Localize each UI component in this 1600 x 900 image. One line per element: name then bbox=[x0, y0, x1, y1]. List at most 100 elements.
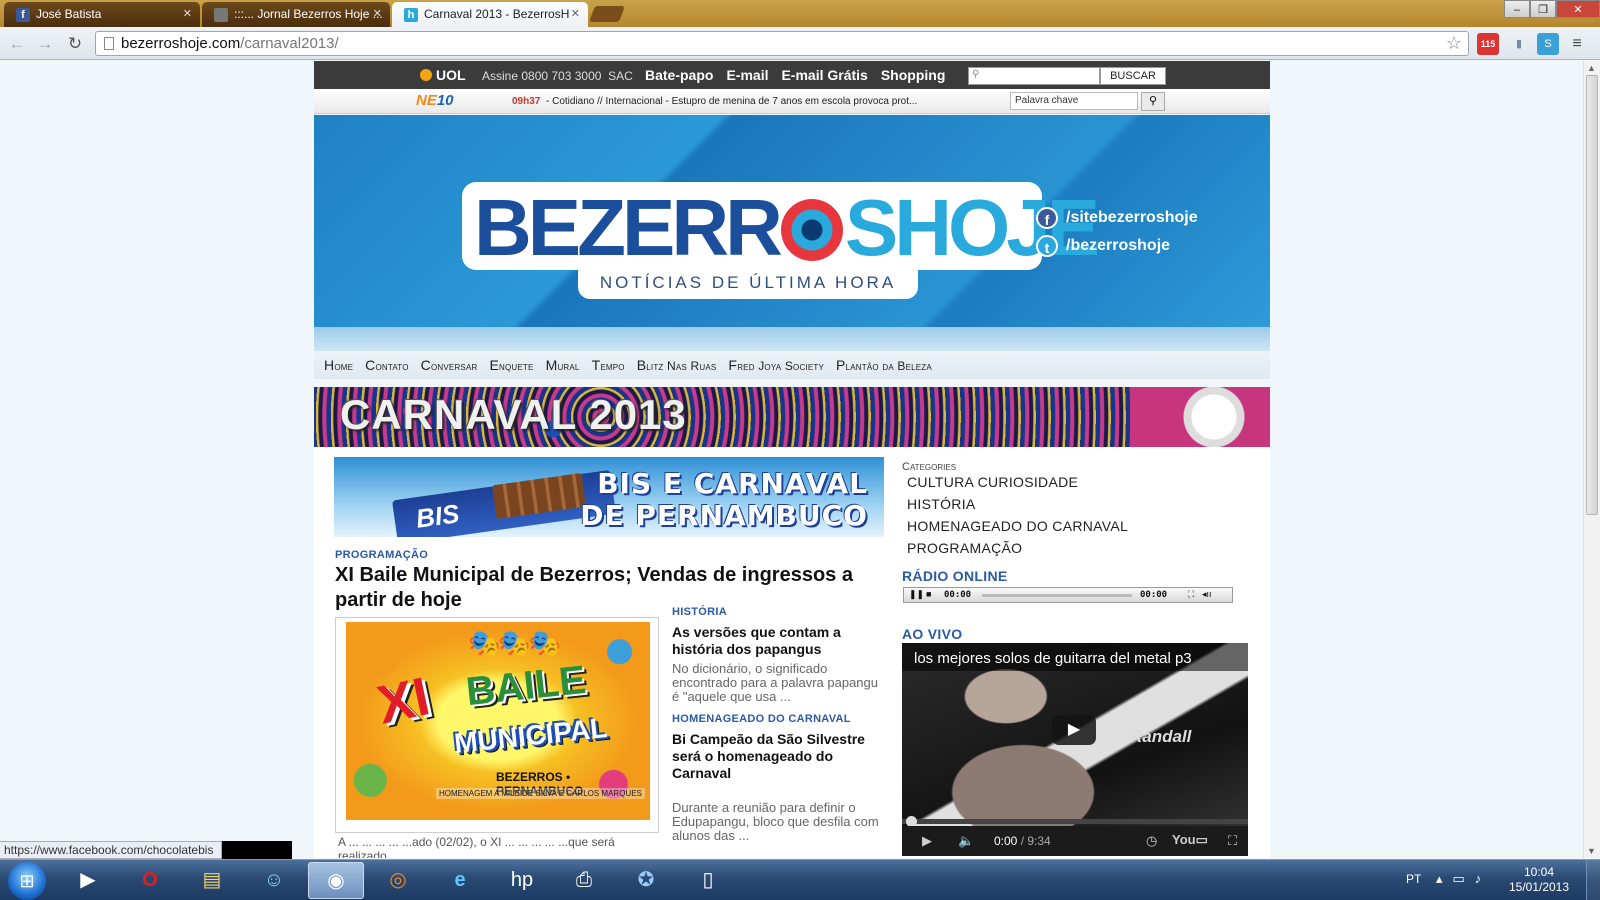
close-tab-icon[interactable]: ✕ bbox=[183, 7, 192, 20]
start-button[interactable]: ⊞ bbox=[8, 862, 46, 900]
carnaval-banner[interactable]: CARNAVAL 2013 bbox=[314, 387, 1270, 447]
volume-icon[interactable]: 🔈 bbox=[958, 833, 974, 849]
youtube-logo-icon[interactable]: You▭ bbox=[1172, 832, 1208, 848]
hp-icon[interactable]: hp bbox=[494, 862, 550, 899]
back-arrow-icon[interactable]: ← bbox=[6, 33, 28, 55]
messenger-icon[interactable]: ☺ bbox=[246, 862, 302, 899]
nav-conversar[interactable]: Conversar bbox=[421, 357, 478, 373]
story-title[interactable]: As versões que contam a história dos pap… bbox=[672, 624, 882, 658]
ne10-headline[interactable]: - Cotidiano // Internacional - Estupro d… bbox=[546, 96, 917, 107]
safari-icon[interactable]: ✪ bbox=[618, 862, 674, 899]
extension-badge[interactable]: 115 bbox=[1477, 33, 1499, 55]
nav-contato[interactable]: Contato bbox=[365, 357, 409, 373]
category-homenageado[interactable]: HOMENAGEADO DO CARNAVAL bbox=[907, 518, 1128, 534]
video-title[interactable]: los mejores solos de guitarra del metal … bbox=[914, 650, 1192, 667]
video-progress-bar[interactable] bbox=[902, 819, 1248, 824]
media-player-icon[interactable]: ▶ bbox=[60, 862, 116, 899]
site-logo[interactable]: BEZERR SHOJE bbox=[474, 185, 1100, 271]
system-tray[interactable]: ▴▭♪ bbox=[1436, 871, 1491, 887]
nav-blitz[interactable]: Blitz Nas Ruas bbox=[637, 357, 717, 373]
document-icon[interactable]: ▯ bbox=[680, 862, 736, 899]
close-tab-icon[interactable]: ✕ bbox=[571, 7, 580, 20]
internet-explorer-icon[interactable]: e bbox=[432, 862, 488, 899]
categories-heading: Categories bbox=[902, 461, 957, 473]
radio-heading: RÁDIO ONLINE bbox=[902, 568, 1008, 584]
radio-seek-bar[interactable] bbox=[982, 594, 1132, 597]
story-category[interactable]: HOMENAGEADO DO CARNAVAL bbox=[672, 713, 851, 725]
bis-ad-banner[interactable]: BIS BIS E CARNAVAL DE PERNAMBUCO bbox=[334, 457, 884, 537]
uol-search-button[interactable]: BUSCAR bbox=[1100, 67, 1166, 85]
firefox-icon[interactable]: ◎ bbox=[370, 862, 426, 899]
close-tab-icon[interactable]: ✕ bbox=[373, 7, 382, 20]
featured-category[interactable]: PROGRAMAÇÃO bbox=[335, 549, 428, 561]
tab-carnaval[interactable]: h Carnaval 2013 - BezerrosH ✕ bbox=[392, 2, 588, 27]
tab-title: :::... Jornal Bezerros Hoje ... bbox=[234, 7, 383, 21]
language-indicator[interactable]: PT bbox=[1406, 872, 1421, 886]
skype-icon[interactable]: S bbox=[1537, 33, 1559, 55]
watch-later-icon[interactable]: ◷ bbox=[1146, 833, 1157, 849]
fullscreen-icon[interactable]: ⛶ bbox=[1188, 589, 1194, 600]
flower-decoration bbox=[1130, 387, 1270, 447]
menu-icon[interactable]: ≡ bbox=[1566, 33, 1588, 55]
show-desktop-button[interactable] bbox=[1586, 860, 1600, 900]
twitter-handle[interactable]: /bezerroshoje bbox=[1066, 237, 1170, 255]
twitter-icon[interactable]: t bbox=[1036, 235, 1058, 257]
reload-icon[interactable]: ↻ bbox=[64, 33, 86, 55]
minimize-button[interactable]: – bbox=[1504, 0, 1530, 18]
nav-mural[interactable]: Mural bbox=[546, 357, 580, 373]
signal-icon[interactable]: ▮ bbox=[1508, 33, 1530, 55]
opera-icon[interactable]: O bbox=[122, 862, 178, 899]
story-title[interactable]: Bi Campeão da São Silvestre será o homen… bbox=[672, 731, 882, 782]
nav-plantao[interactable]: Plantão da Beleza bbox=[836, 357, 932, 373]
nav-enquete[interactable]: Enquete bbox=[489, 357, 533, 373]
featured-image[interactable]: 🎭🎭🎭 XI BAILE MUNICIPAL BEZERROS • PERNAM… bbox=[346, 622, 650, 820]
play-icon[interactable]: ▶ bbox=[922, 833, 932, 849]
forward-arrow-icon[interactable]: → bbox=[34, 33, 56, 55]
scroll-thumb[interactable] bbox=[1586, 75, 1598, 515]
header-bottom-strip bbox=[314, 327, 1270, 351]
fullscreen-icon[interactable]: ⛶ bbox=[1228, 833, 1237, 849]
uol-sac[interactable]: SAC bbox=[608, 69, 633, 83]
tab-jornal[interactable]: :::... Jornal Bezerros Hoje ... ✕ bbox=[202, 2, 390, 27]
video-controls: ▶ 🔈 0:00 / 9:34 ◷ You▭ ⛶ bbox=[902, 826, 1248, 856]
nav-home[interactable]: Home bbox=[324, 357, 353, 373]
ne10-search-button[interactable]: ⚲ bbox=[1141, 92, 1165, 111]
volume-icon[interactable]: ◂ıı bbox=[1202, 589, 1212, 600]
facebook-icon[interactable]: f bbox=[1036, 207, 1058, 229]
new-tab-button[interactable] bbox=[589, 6, 625, 22]
pause-icon[interactable]: ❚❚ bbox=[909, 589, 924, 600]
tab-facebook[interactable]: f José Batista ✕ bbox=[4, 2, 200, 27]
explorer-folder-icon[interactable]: ▤ bbox=[184, 862, 240, 899]
play-button[interactable]: ▶ bbox=[1052, 715, 1096, 745]
featured-title[interactable]: XI Baile Municipal de Bezerros; Vendas d… bbox=[335, 563, 875, 613]
uol-search-input[interactable]: ⚲ bbox=[968, 67, 1100, 85]
scroll-down-arrow-icon[interactable]: ▼ bbox=[1587, 846, 1596, 856]
story-category[interactable]: HISTÓRIA bbox=[672, 606, 727, 618]
scanner-icon[interactable]: ⎙ bbox=[556, 862, 612, 899]
system-clock[interactable]: 10:04 15/01/2013 bbox=[1504, 865, 1574, 895]
nav-tempo[interactable]: Tempo bbox=[592, 357, 625, 373]
bookmark-star-icon[interactable]: ☆ bbox=[1446, 33, 1462, 54]
page-scrollbar[interactable]: ▲ ▼ bbox=[1583, 61, 1600, 858]
uol-assine[interactable]: Assine 0800 703 3000 SAC bbox=[482, 69, 633, 83]
uol-link-email-gratis[interactable]: E-mail Grátis bbox=[781, 67, 867, 83]
uol-link-shopping[interactable]: Shopping bbox=[881, 67, 946, 83]
featured-image-frame[interactable]: 🎭🎭🎭 XI BAILE MUNICIPAL BEZERROS • PERNAM… bbox=[335, 617, 659, 833]
category-cultura[interactable]: CULTURA CURIOSIDADE bbox=[907, 474, 1078, 490]
stop-icon[interactable]: ■ bbox=[926, 589, 931, 599]
ne10-logo[interactable]: NE10 bbox=[416, 92, 454, 109]
close-window-button[interactable]: ✕ bbox=[1556, 0, 1600, 18]
youtube-video[interactable]: Randall los mejores solos de guitarra de… bbox=[902, 643, 1248, 856]
scroll-up-arrow-icon[interactable]: ▲ bbox=[1587, 63, 1596, 73]
nav-fred-joya[interactable]: Fred Joya Society bbox=[728, 357, 824, 373]
restore-button[interactable]: ❐ bbox=[1530, 0, 1556, 18]
address-bar[interactable]: bezerroshoje.com/carnaval2013/ ☆ bbox=[95, 31, 1469, 56]
chrome-icon[interactable]: ◉ bbox=[308, 862, 364, 899]
facebook-handle[interactable]: /sitebezerroshoje bbox=[1066, 209, 1198, 227]
uol-link-batepapo[interactable]: Bate-papo bbox=[645, 67, 713, 83]
uol-link-email[interactable]: E-mail bbox=[726, 67, 768, 83]
category-programacao[interactable]: PROGRAMAÇÃO bbox=[907, 540, 1022, 556]
ne10-search-input[interactable]: Palavra chave bbox=[1010, 92, 1138, 110]
uol-logo[interactable]: UOL bbox=[420, 67, 466, 83]
category-historia[interactable]: HISTÓRIA bbox=[907, 496, 976, 512]
